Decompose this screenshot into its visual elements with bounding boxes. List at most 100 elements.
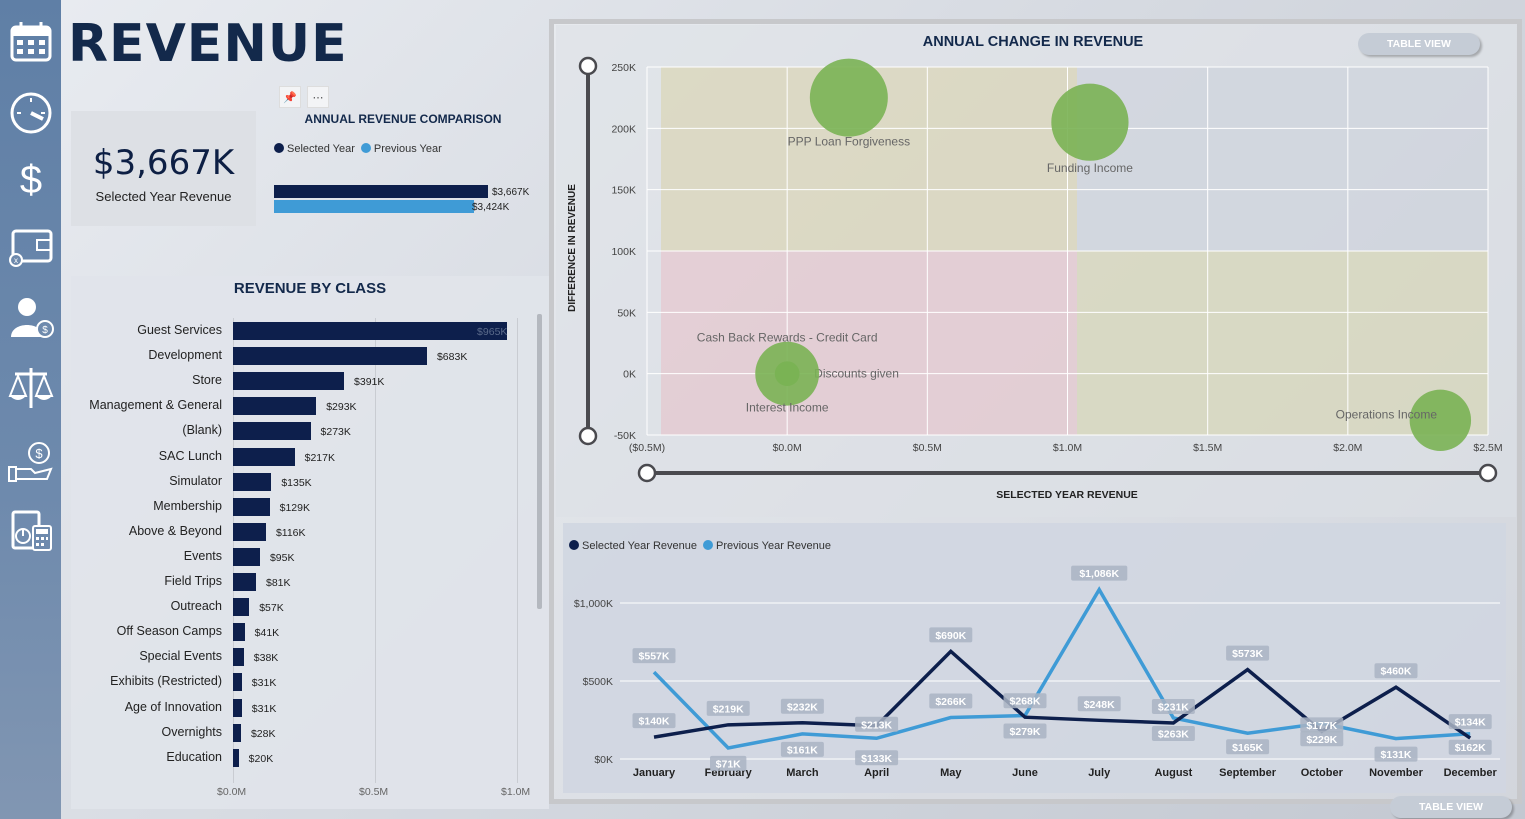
class-bar[interactable] [233, 472, 272, 491]
comparison-bar-selected-year[interactable] [274, 185, 488, 198]
class-label: Education [166, 749, 222, 764]
class-bar[interactable] [233, 573, 256, 591]
class-label: Special Events [139, 649, 222, 664]
legend-item-selected-year[interactable]: Selected Year [274, 143, 355, 155]
scatter-background [556, 25, 1516, 517]
class-label: SAC Lunch [158, 448, 222, 463]
more-options-icon[interactable]: ⋯ [307, 86, 329, 108]
pin-icon[interactable]: 📌 [279, 86, 301, 108]
class-bar-value: $135K [281, 476, 312, 489]
class-bar[interactable] [233, 698, 242, 717]
class-label: Development [148, 348, 222, 363]
class-bar[interactable] [233, 673, 242, 692]
class-bar-row[interactable]: Field Trips $81K [71, 573, 549, 591]
class-bar-row[interactable]: Education $20K [71, 748, 549, 767]
class-bar[interactable] [233, 422, 311, 441]
class-bar-value: $391K [354, 376, 385, 389]
class-bar[interactable] [233, 598, 250, 617]
kpi-label: Selected Year Revenue [95, 189, 232, 204]
class-bar-value: $81K [266, 577, 291, 589]
legend-item-previous-year[interactable]: Previous Year [360, 143, 442, 155]
class-bar-row[interactable]: Outreach $57K [71, 598, 549, 617]
class-bar-row[interactable]: Above & Beyond $116K [71, 522, 549, 541]
class-bar-value: $38K [253, 652, 279, 665]
class-bar-value: $20K [248, 752, 274, 765]
svg-text:$: $ [42, 325, 48, 336]
svg-text:$: $ [20, 158, 42, 201]
sidebar-nav: $ x $ $ [0, 0, 61, 819]
class-bar-row[interactable]: Age of Innovation $31K [71, 698, 549, 717]
class-bar-row[interactable]: SAC Lunch $217K [71, 447, 549, 466]
class-bar-row[interactable]: Off Season Camps $41K [71, 623, 549, 642]
class-bar-value: $28K [250, 727, 276, 740]
table-view-button[interactable]: TABLE VIEW [1390, 796, 1512, 818]
class-bar-row[interactable]: Exhibits (Restricted) $31K [71, 673, 549, 692]
class-bar-value: $273K [320, 426, 351, 439]
class-bar[interactable] [233, 748, 239, 767]
class-bar[interactable] [233, 547, 260, 566]
comparison-title: ANNUAL REVENUE COMPARISON [304, 112, 502, 126]
revenue-by-class-chart: REVENUE BY CLASS Guest Services $965K Deve… [71, 276, 549, 809]
comparison-bar-label: $3,667K [492, 187, 530, 198]
class-bar-value: $683K [436, 351, 468, 364]
class-bar-row[interactable]: Store $391K [71, 372, 549, 391]
class-label: Events [183, 548, 222, 563]
class-bar[interactable] [233, 648, 244, 667]
wallet-icon[interactable]: x [6, 220, 56, 270]
page-title: REVENUE [68, 14, 348, 74]
comparison-bar-label: $3,424K [472, 202, 510, 213]
class-bar[interactable] [233, 322, 508, 340]
class-bar-row[interactable]: (Blank) $273K [71, 422, 549, 441]
comparison-bar-previous-year[interactable] [274, 200, 474, 213]
class-bar-row[interactable]: Events $95K [71, 547, 549, 566]
class-bar-row[interactable]: Overnights $28K [71, 723, 549, 742]
class-bar-value: $95K [269, 551, 295, 564]
class-label: Membership [153, 498, 222, 513]
speedometer-icon[interactable] [6, 86, 56, 136]
scales-icon[interactable] [6, 363, 56, 413]
class-bar-row[interactable]: Development $683K [71, 347, 549, 366]
legend-item-previous-year-revenue[interactable]: Previous Year Revenue [702, 540, 831, 552]
class-bar[interactable] [233, 447, 295, 466]
legend-item-selected-year-revenue[interactable]: Selected Year Revenue [569, 540, 697, 552]
class-label: Simulator [169, 473, 222, 488]
dollar-icon[interactable]: $ [6, 152, 56, 202]
class-bar-value: $129K [279, 501, 310, 514]
class-bar[interactable] [233, 497, 270, 516]
class-label: Management & General [89, 398, 222, 413]
calculator-report-icon[interactable] [6, 505, 56, 555]
class-label: Overnights [161, 724, 222, 739]
class-label: Outreach [170, 599, 222, 614]
calendar-icon[interactable] [6, 17, 56, 67]
class-label: Exhibits (Restricted) [110, 674, 222, 689]
comparison-legend: Selected Year Previous Year [274, 143, 442, 155]
monthly-chart-background [563, 523, 1506, 793]
hand-money-icon[interactable]: $ [6, 438, 56, 488]
class-bar[interactable] [233, 522, 266, 541]
class-bar-value: $31K [251, 702, 277, 715]
kpi-card[interactable]: $3,667K Selected Year Revenue [71, 111, 256, 226]
svg-text:x: x [14, 256, 18, 265]
class-bar[interactable] [233, 347, 427, 366]
class-label: (Blank) [182, 423, 222, 438]
kpi-value: $3,667K [92, 143, 235, 183]
class-bar-row[interactable]: Membership $129K [71, 497, 549, 516]
class-bar-value: $31K [251, 677, 277, 690]
table-view-button[interactable]: TABLE VIEW [1358, 33, 1480, 55]
class-label: Guest Services [137, 323, 222, 337]
class-label: Age of Innovation [124, 699, 222, 714]
class-bar[interactable] [233, 372, 345, 391]
class-bar-row[interactable]: Special Events $38K [71, 648, 549, 667]
class-bar-value: $116K [275, 526, 306, 539]
class-x-tick: $1.0M [501, 786, 531, 798]
class-bar-row[interactable]: Guest Services $965K [71, 322, 549, 340]
class-bar-value: $293K [326, 401, 357, 414]
class-chart-title: REVENUE BY CLASS [233, 280, 387, 297]
class-bar[interactable] [233, 723, 241, 742]
class-bar-row[interactable]: Simulator $135K [71, 472, 549, 491]
class-bar-row[interactable]: Management & General $293K [71, 397, 549, 416]
class-label: Off Season Camps [116, 624, 222, 639]
class-bar[interactable] [233, 623, 245, 642]
person-dollar-icon[interactable]: $ [6, 292, 56, 342]
class-bar[interactable] [233, 397, 317, 416]
